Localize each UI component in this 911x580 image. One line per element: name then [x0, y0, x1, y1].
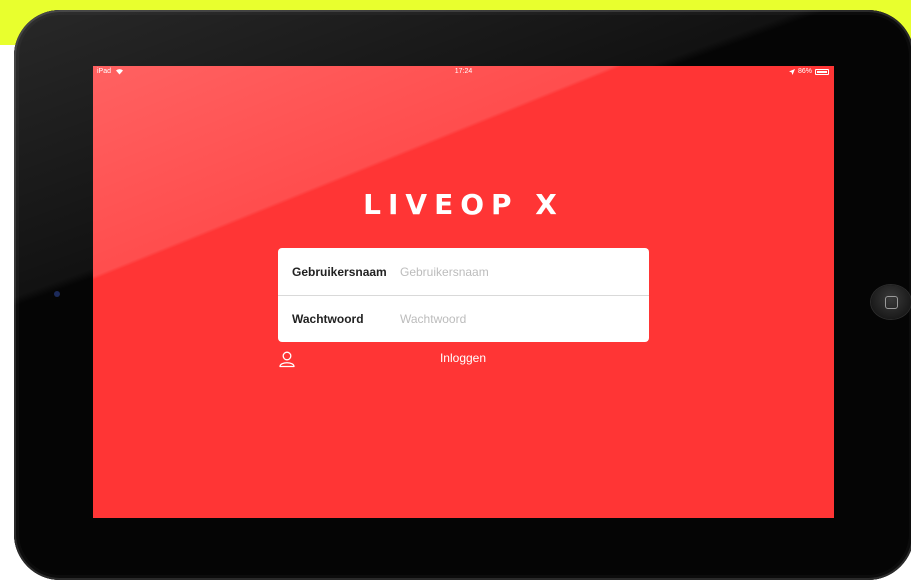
battery-icon — [815, 68, 829, 75]
password-row: Wachtwoord — [278, 295, 649, 342]
home-button[interactable] — [871, 285, 911, 319]
home-button-icon — [885, 296, 898, 309]
app-logo: LIVEOP X — [363, 188, 564, 221]
status-bar: iPad 17:24 86% — [93, 66, 834, 78]
front-camera — [54, 291, 60, 297]
password-label: Wachtwoord — [292, 311, 364, 326]
password-input[interactable] — [400, 306, 636, 331]
login-button[interactable]: Inloggen — [413, 351, 513, 369]
app-screen: iPad 17:24 86% LIVEOP X Gebruikersnaam G… — [93, 66, 834, 518]
user-icon[interactable] — [277, 349, 297, 369]
login-card: Gebruikersnaam Wachtwoord — [278, 248, 649, 342]
username-label: Gebruikersnaam — [292, 264, 387, 279]
battery-percent: 86% — [797, 68, 812, 75]
status-right: 86% — [788, 68, 829, 75]
username-input[interactable] — [400, 259, 636, 284]
location-arrow-icon — [788, 68, 795, 75]
username-row: Gebruikersnaam — [278, 248, 649, 296]
status-time: 17:24 — [454, 68, 473, 75]
